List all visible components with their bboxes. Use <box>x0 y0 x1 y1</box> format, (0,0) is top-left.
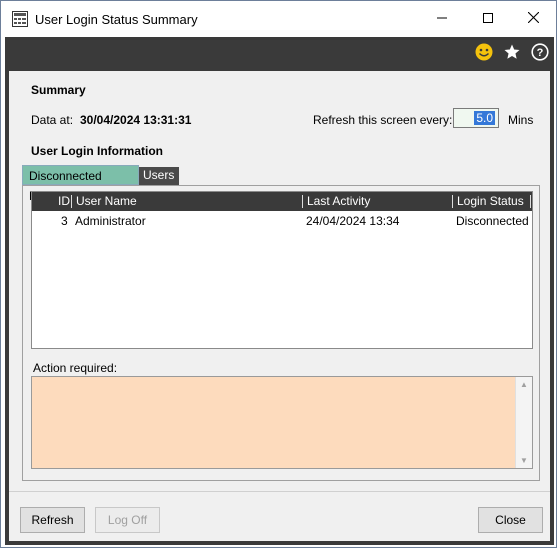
tab-users[interactable]: Users <box>139 167 179 185</box>
column-separator[interactable] <box>452 195 453 208</box>
app-icon <box>12 11 28 27</box>
svg-text:?: ? <box>537 47 544 59</box>
cell-login-status: Disconnected <box>456 214 529 228</box>
column-separator[interactable] <box>530 195 531 208</box>
data-at-value: 30/04/2024 13:31:31 <box>80 113 192 127</box>
column-separator[interactable] <box>71 195 72 208</box>
summary-heading: Summary <box>31 83 86 97</box>
maximize-icon <box>483 12 493 26</box>
maximize-button[interactable] <box>465 1 511 37</box>
action-required-label: Action required: <box>33 361 118 375</box>
refresh-button[interactable]: Refresh <box>20 507 85 533</box>
refresh-unit-label: Mins <box>508 113 534 127</box>
column-separator[interactable] <box>302 195 303 208</box>
window-title: User Login Status Summary <box>35 12 198 27</box>
table-row[interactable]: 3 Administrator 24/04/2024 13:34 Disconn… <box>32 212 532 230</box>
minimize-button[interactable] <box>419 1 465 37</box>
refresh-interval-value: 5.0 <box>474 111 495 125</box>
table-header: ID User Name Last Activity Login Status <box>32 192 532 211</box>
dialog-window: User Login Status Summary ? Summary Data… <box>0 0 557 548</box>
user-login-heading: User Login Information <box>31 144 163 158</box>
close-icon <box>527 11 539 26</box>
help-icon[interactable]: ? <box>530 42 550 62</box>
close-button[interactable]: Close <box>478 507 543 533</box>
column-header-user-name[interactable]: User Name <box>76 194 137 208</box>
cell-id: 3 <box>61 214 68 228</box>
scroll-down-icon[interactable]: ▼ <box>520 456 528 465</box>
column-header-last-activity[interactable]: Last Activity <box>307 194 370 208</box>
close-window-button[interactable] <box>510 1 556 37</box>
title-bar: User Login Status Summary <box>1 1 556 37</box>
column-header-login-status[interactable]: Login Status <box>457 194 524 208</box>
logins-table: ID User Name Last Activity Login Status … <box>31 191 533 349</box>
tab-disconnected-logins[interactable]: Disconnected Logins <box>22 165 139 203</box>
log-off-button[interactable]: Log Off <box>95 507 160 533</box>
action-required-textarea[interactable]: ▲ ▼ <box>31 376 533 469</box>
star-icon[interactable] <box>502 42 522 62</box>
data-at-label: Data at: <box>31 113 74 127</box>
refresh-interval-label: Refresh this screen every: <box>313 113 453 127</box>
cell-user-name: Administrator <box>75 214 146 228</box>
footer-bar <box>9 491 550 541</box>
vertical-scrollbar[interactable]: ▲ ▼ <box>515 377 532 468</box>
cell-last-activity: 24/04/2024 13:34 <box>306 214 400 228</box>
column-header-id[interactable]: ID <box>58 194 70 208</box>
toolbar: ? <box>5 37 554 67</box>
scroll-up-icon[interactable]: ▲ <box>520 380 528 389</box>
minimize-icon <box>437 12 447 26</box>
smiley-icon[interactable] <box>474 42 494 62</box>
refresh-interval-input[interactable]: 5.0 <box>453 108 499 128</box>
